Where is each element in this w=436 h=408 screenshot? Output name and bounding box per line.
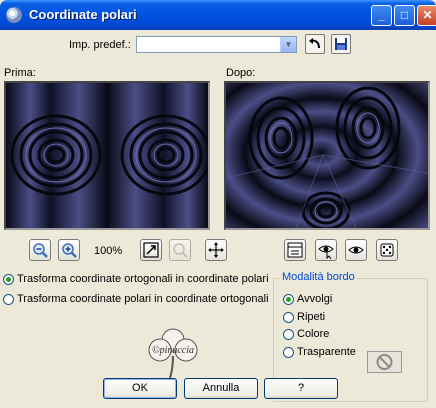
clover-logo-icon: ©pinuccia <box>148 328 198 379</box>
watermark-logo: ©pinuccia <box>138 326 208 380</box>
zoom-out-icon <box>33 243 48 258</box>
edge-color-swatch[interactable] <box>367 351 402 373</box>
no-color-icon <box>376 354 393 370</box>
close-button[interactable]: ✕ <box>417 5 436 26</box>
auto-proof-button[interactable] <box>345 239 367 261</box>
dice-icon <box>380 243 394 257</box>
layout-icon <box>287 242 303 258</box>
zoom-level: 100% <box>94 245 123 257</box>
zoom-out-button[interactable] <box>29 239 51 261</box>
title-bar[interactable]: Coordinate polari _ □ ✕ <box>0 0 436 30</box>
proof-button[interactable] <box>315 239 337 261</box>
move-icon <box>208 242 224 258</box>
save-preset-button[interactable] <box>331 34 351 54</box>
edge-radio-transparent[interactable] <box>283 347 294 358</box>
zoom-to-fit-button[interactable] <box>140 239 162 261</box>
mode-radio-rect-to-polar[interactable] <box>3 274 14 285</box>
eye-icon <box>348 246 364 254</box>
before-label: Prima: <box>4 67 36 79</box>
logo-text: ©pinuccia <box>152 345 194 356</box>
floppy-disk-icon <box>335 38 347 50</box>
window-title: Coordinate polari <box>29 7 137 22</box>
edge-radio-color[interactable] <box>283 329 294 340</box>
edge-label-transparent[interactable]: Trasparente <box>297 346 356 358</box>
edge-radio-wrap[interactable] <box>283 294 294 305</box>
zoom-in-button[interactable] <box>58 239 80 261</box>
edge-label-color[interactable]: Colore <box>297 328 329 340</box>
zoom-actual-button[interactable] <box>169 239 191 261</box>
zoom-in-icon <box>62 243 77 258</box>
after-image <box>226 83 428 228</box>
help-button[interactable]: ? <box>264 378 338 399</box>
before-image <box>6 83 208 228</box>
edge-radio-repeat[interactable] <box>283 312 294 323</box>
eye-pointer-icon <box>318 245 334 260</box>
reset-preset-button[interactable] <box>305 34 325 54</box>
before-preview[interactable] <box>4 81 210 230</box>
chevron-down-icon[interactable]: ▼ <box>280 37 296 52</box>
after-label: Dopo: <box>226 67 256 79</box>
mode-label-rect-to-polar[interactable]: Trasforma coordinate ortogonali in coord… <box>17 273 269 285</box>
edge-label-repeat[interactable]: Ripeti <box>297 311 325 323</box>
cancel-button[interactable]: Annulla <box>184 378 258 399</box>
dialog-body: Imp. predef.: ▼ Prima: Dopo: 100% Trasfo… <box>0 30 436 408</box>
presets-dropdown[interactable]: ▼ <box>136 36 297 53</box>
pan-button[interactable] <box>205 239 227 261</box>
presets-label: Imp. predef.: <box>69 39 131 51</box>
zoom-fit-icon <box>143 242 159 258</box>
ok-button[interactable]: OK <box>103 378 177 399</box>
mode-label-polar-to-rect[interactable]: Trasforma coordinate polari in coordinat… <box>17 293 269 305</box>
mode-radio-polar-to-rect[interactable] <box>3 294 14 305</box>
preview-toggle-button[interactable] <box>284 239 306 261</box>
zoom-actual-icon <box>173 243 188 258</box>
app-icon <box>6 7 22 23</box>
edge-mode-title: Modalità bordo <box>280 271 357 283</box>
edge-label-wrap[interactable]: Avvolgi <box>297 293 332 305</box>
after-preview[interactable] <box>224 81 430 230</box>
randomize-button[interactable] <box>376 239 398 261</box>
minimize-button[interactable]: _ <box>371 5 392 26</box>
maximize-button[interactable]: □ <box>394 5 415 26</box>
arrow-back-icon <box>309 38 320 49</box>
